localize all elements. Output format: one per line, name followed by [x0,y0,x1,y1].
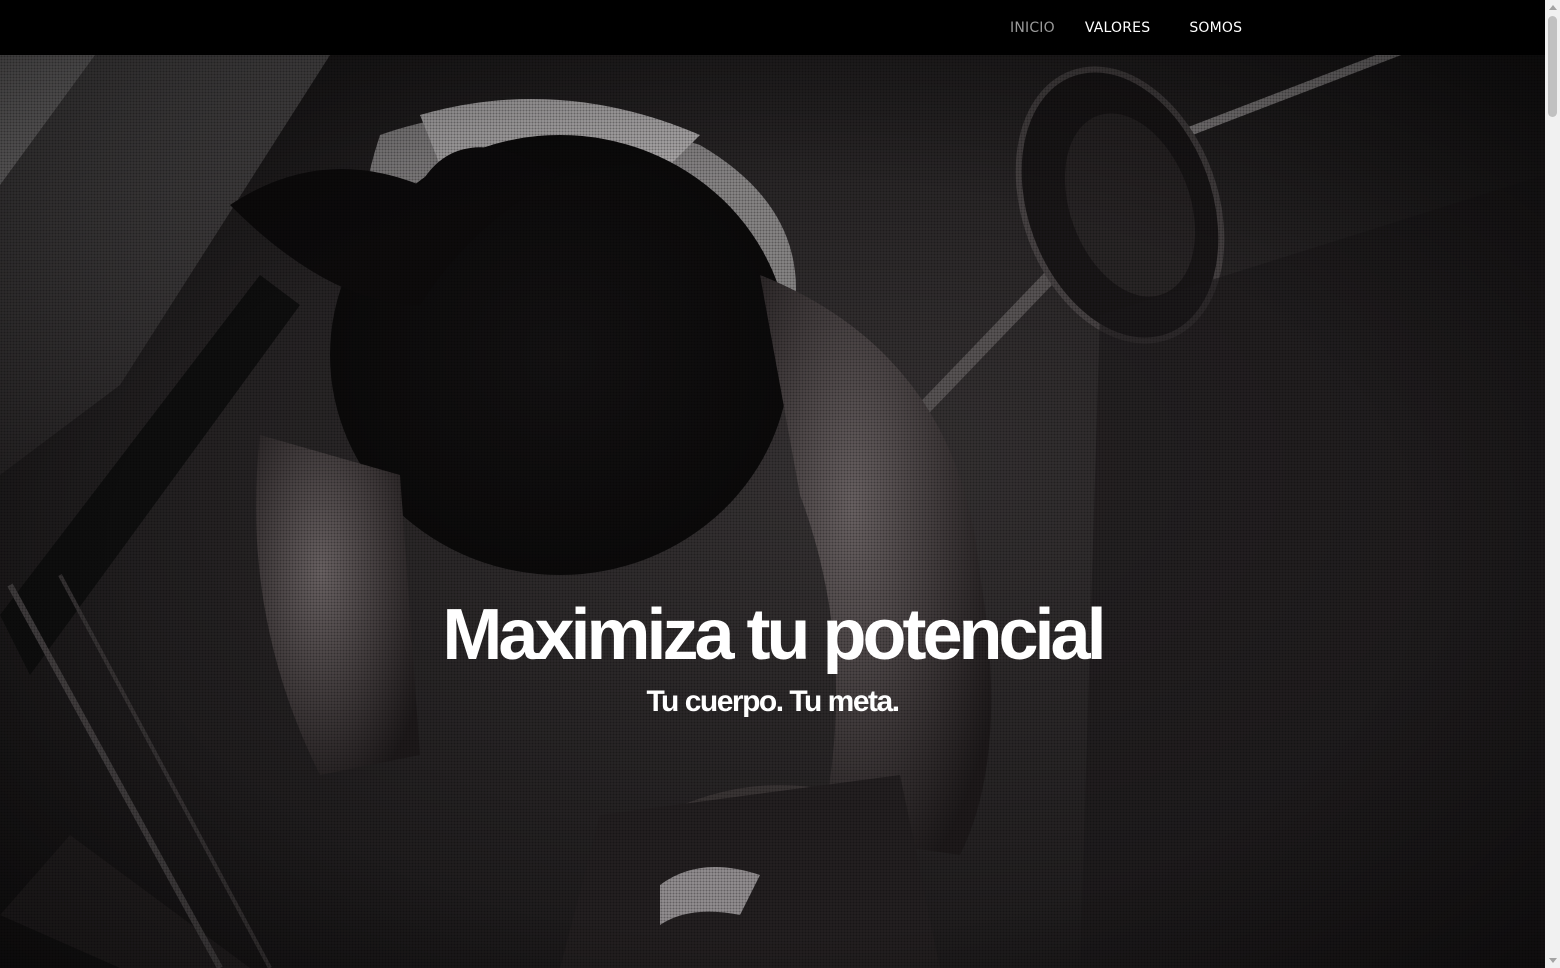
hero-background-image [0,55,1545,968]
hero-subtitle: Tu cuerpo. Tu meta. [646,685,900,718]
top-navbar: INICIO VALORES SOMOS [0,0,1545,55]
nav-link-inicio[interactable]: INICIO [1010,20,1055,36]
scroll-up-arrow-icon[interactable] [1549,5,1557,10]
page: INICIO VALORES SOMOS Maximiza tu potenci… [0,0,1560,968]
scroll-down-arrow-icon[interactable] [1549,958,1557,963]
vertical-scrollbar[interactable] [1545,0,1560,968]
scrollbar-thumb[interactable] [1548,16,1557,117]
hero-title: Maximiza tu potencial [442,595,1106,675]
nav-link-somos[interactable]: SOMOS [1189,20,1242,36]
nav-link-valores[interactable]: VALORES [1085,20,1150,36]
hero-section: Maximiza tu potencial Tu cuerpo. Tu meta… [0,55,1545,968]
main-nav: INICIO VALORES SOMOS [1010,0,1242,55]
